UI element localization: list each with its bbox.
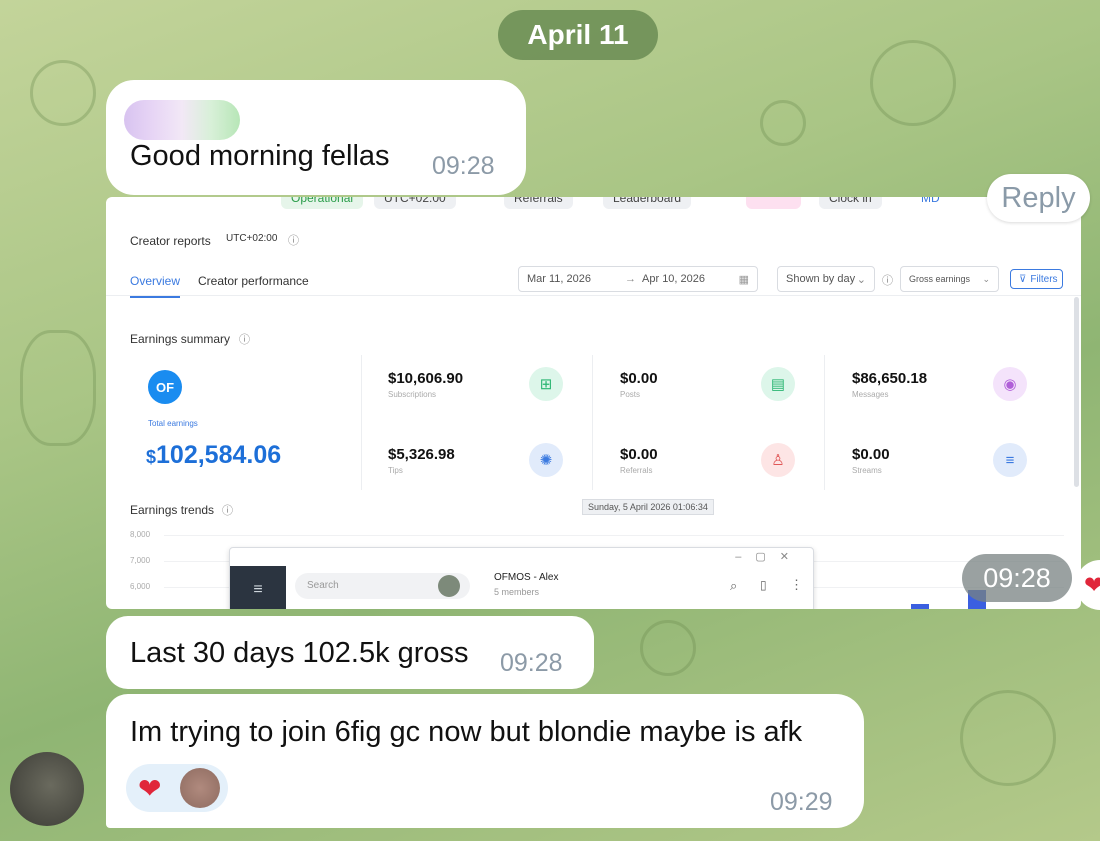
notification-chip — [746, 197, 801, 209]
sender-name-blurred — [124, 100, 240, 140]
scrollbar[interactable] — [1074, 297, 1079, 487]
person-icon: ♙ — [761, 443, 795, 477]
date-range-picker[interactable]: Mar 11, 2026 → Apr 10, 2026 ▦ — [518, 266, 758, 292]
document-icon: ▤ — [761, 367, 795, 401]
referrals-chip: Referrals — [504, 197, 573, 209]
chevron-down-icon: ⌄ — [856, 273, 866, 286]
stat-value: $0.00 — [852, 446, 890, 463]
arrow-icon: → — [625, 273, 637, 285]
messenger-window[interactable]: –▢✕ ≡ Search OFMOS - Alex 5 members ⌕ ▯ … — [229, 547, 814, 609]
stat-value: $86,650.18 — [852, 370, 928, 387]
message-time: 09:29 — [770, 788, 833, 816]
total-earnings-value: $102,584.06 — [146, 441, 282, 469]
gridline — [164, 535, 1064, 536]
divider — [824, 355, 825, 490]
group-by-select[interactable]: Shown by day ⌄ — [777, 266, 875, 292]
stat-label: Streams — [852, 466, 882, 475]
wallpaper-doodle — [640, 620, 696, 676]
chart-bar — [911, 604, 929, 609]
date-to: Apr 10, 2026 — [642, 273, 706, 285]
clock-in-chip: Clock in — [819, 197, 882, 209]
tab-creator-performance[interactable]: Creator performance — [198, 274, 309, 288]
sidebar-toggle-icon[interactable]: ▯ — [760, 578, 767, 592]
metric-value: Gross earnings — [909, 274, 971, 284]
chat-title: OFMOS - Alex — [494, 572, 559, 583]
filter-icon: ⊽ — [1019, 273, 1027, 285]
leaderboard-chip: Leaderboard — [603, 197, 692, 209]
divider — [592, 355, 593, 490]
calendar-icon: ▦ — [738, 273, 749, 286]
stat-value: $0.00 — [620, 370, 658, 387]
stack-icon: ≡ — [993, 443, 1027, 477]
message-time: 09:28 — [500, 649, 563, 677]
onlyfans-logo-icon: OF — [148, 370, 182, 404]
timezone-label: UTC+02:00 — [226, 233, 278, 244]
date-from: Mar 11, 2026 — [527, 273, 592, 285]
stat-label: Messages — [852, 390, 889, 399]
message-time: 09:28 — [962, 554, 1072, 602]
chat-members: 5 members — [494, 587, 540, 597]
chevron-down-icon: ⌄ — [982, 273, 990, 284]
info-icon: ⓘ — [288, 235, 299, 247]
wallpaper-doodle — [960, 690, 1056, 786]
message-text: Last 30 days 102.5k gross — [130, 637, 469, 669]
shared-screenshot[interactable]: Operational UTC+02:00 Referrals Leaderbo… — [106, 197, 1081, 609]
wallpaper-doodle — [30, 60, 96, 126]
group-by-value: Shown by day — [786, 273, 856, 285]
stat-value: $0.00 — [620, 446, 658, 463]
stat-label: Subscriptions — [388, 390, 437, 399]
wallpaper-doodle — [760, 100, 806, 146]
hamburger-menu-icon[interactable]: ≡ — [230, 566, 286, 609]
search-icon[interactable]: ⌕ — [730, 578, 737, 594]
topbar-fragment: Operational UTC+02:00 Referrals Leaderbo… — [106, 197, 1081, 211]
tabs-divider — [106, 295, 1081, 296]
stat-value: $5,326.98 — [388, 446, 455, 463]
message-text: Good morning fellas — [130, 140, 390, 172]
message-bubble[interactable]: Last 30 days 102.5k gross 09:28 — [106, 616, 594, 689]
chart-tooltip: Sunday, 5 April 2026 01:06:34 — [582, 499, 714, 515]
reactor-avatar — [180, 768, 220, 808]
maximize-icon[interactable]: ▢ — [755, 551, 779, 563]
stat-label: Tips — [388, 466, 403, 475]
message-bubble[interactable]: Good morning fellas 09:28 — [106, 80, 526, 195]
filters-button[interactable]: ⊽ Filters — [1010, 269, 1063, 289]
avatar — [438, 575, 460, 597]
page-title: Creator reports — [130, 234, 211, 248]
user-initials: MD — [921, 197, 940, 205]
message-time: 09:28 — [432, 152, 495, 180]
info-icon: ⓘ — [239, 334, 250, 346]
date-divider: April 11 — [498, 10, 658, 60]
reply-button[interactable]: Reply — [987, 174, 1090, 222]
metric-select[interactable]: Gross earnings ⌄ — [900, 266, 999, 292]
timezone-chip: UTC+02:00 — [374, 197, 456, 209]
plus-square-icon: ⊞ — [529, 367, 563, 401]
window-controls[interactable]: –▢✕ — [735, 550, 803, 563]
chat-bubble-icon: ◉ — [993, 367, 1027, 401]
sender-avatar[interactable] — [10, 752, 84, 826]
y-axis-tick: 6,000 — [130, 582, 151, 591]
total-earnings-label: Total earnings — [148, 419, 198, 428]
stat-label: Referrals — [620, 466, 653, 475]
divider — [361, 355, 362, 490]
minimize-icon[interactable]: – — [735, 551, 755, 563]
info-icon: ⓘ — [882, 275, 893, 287]
stat-value: $10,606.90 — [388, 370, 464, 387]
lightbulb-icon: ✺ — [529, 443, 563, 477]
earnings-trends-title: Earnings trends — [130, 503, 215, 517]
close-icon[interactable]: ✕ — [780, 551, 803, 563]
info-icon: ⓘ — [222, 505, 233, 517]
wallpaper-doodle — [870, 40, 956, 126]
y-axis-tick: 7,000 — [130, 556, 151, 565]
message-text: Im trying to join 6fig gc now but blondi… — [130, 716, 803, 748]
message-bubble[interactable]: Im trying to join 6fig gc now but blondi… — [106, 694, 864, 828]
earnings-summary-title: Earnings summary — [130, 332, 231, 346]
y-axis-tick: 8,000 — [130, 530, 151, 539]
heart-icon: ❤ — [138, 773, 162, 804]
status-chip: Operational — [281, 197, 364, 209]
more-options-icon[interactable]: ⋮ — [790, 577, 803, 593]
stat-label: Posts — [620, 390, 641, 399]
reaction-chip[interactable]: ❤ — [126, 764, 228, 812]
wallpaper-doodle — [20, 330, 96, 446]
filters-label: Filters — [1030, 273, 1058, 285]
